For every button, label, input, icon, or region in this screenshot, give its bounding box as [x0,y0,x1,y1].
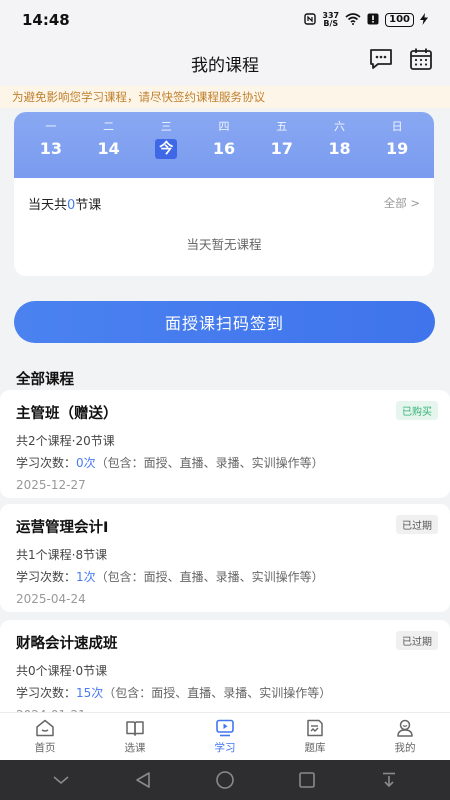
study-label: 学习次数： [16,570,77,584]
day-name: 五 [276,120,288,133]
message-icon[interactable] [368,46,394,72]
day-number: 13 [39,139,62,158]
contract-notice[interactable]: 为避免影响您学习课程，请尽快签约课程服务协议 [0,86,450,108]
nfc-icon [304,12,317,28]
day-number: 17 [270,139,293,158]
course-summary: 共1个课程·8节课 [16,548,108,562]
count-prefix: 当天共 [28,197,68,213]
battery-indicator: 100 [385,13,414,27]
page-title: 我的课程 [191,55,259,76]
day-name: 一 [45,120,57,133]
book-icon [126,721,144,736]
tab-label: 学习 [214,742,236,754]
profile-icon [397,719,413,737]
study-include: （包含：面授、直播、录播、实训操作等） [103,686,332,700]
empty-message: 当天暂无课程 [186,237,262,252]
study-count: 15次 [76,686,104,700]
study-count: 1次 [76,570,96,584]
charging-icon [420,12,428,28]
all-lessons-link[interactable]: 全部 > [384,195,420,211]
day-name: 日 [391,120,403,133]
play-screen-icon [216,719,234,737]
tab-label: 选课 [124,742,146,754]
count-suffix: 节课 [75,197,102,213]
day-count-row: 当天共0节课 全部 > [14,186,434,220]
tab-profile[interactable]: 我的 [360,713,450,760]
day-fri[interactable]: 五 17 [253,112,311,178]
status-badge: 已过期 [396,515,438,534]
calendar-card: 一 13 二 14 三今 四 16 五 17 六 18 日 19 当天共0节课 全部 > 当… [14,112,434,276]
recents-icon[interactable] [295,768,319,792]
course-summary: 共0个课程·0节课 [16,664,108,678]
study-count-line: 学习次数：1次（包含：面授、直播、录播、实训操作等） [16,568,434,585]
day-number: 19 [386,139,409,158]
day-tue[interactable]: 二 14 [80,112,138,178]
net-speed: 337 B/S [322,12,339,28]
course-date: 2025-12-27 [16,478,86,492]
day-name: 六 [333,120,345,133]
day-number: 18 [328,139,351,158]
course-name: 主管班（赠送） [16,406,118,422]
back-icon[interactable] [131,768,155,792]
header-actions [368,46,434,72]
system-nav-bar [0,760,450,800]
study-label: 学习次数： [16,686,77,700]
tab-question-bank[interactable]: 题库 [270,713,360,760]
alert-icon [367,13,379,28]
study-label: 学习次数： [16,456,77,470]
day-name: 二 [103,120,115,133]
day-sun[interactable]: 日 19 [368,112,426,178]
collapse-icon[interactable] [49,768,73,792]
download-icon[interactable] [377,768,401,792]
study-count-line: 学习次数：15次（包含：面授、直播、录播、实训操作等） [16,684,434,701]
status-time: 14:48 [22,11,70,29]
status-badge: 已过期 [396,631,438,650]
status-badge: 已购买 [396,401,438,420]
scan-checkin-button[interactable]: 面授课扫码签到 [14,301,435,343]
app-header: 我的课程 [0,40,450,86]
study-count-line: 学习次数：0次（包含：面授、直播、录播、实训操作等） [16,454,434,471]
tab-home[interactable]: 首页 [0,713,90,760]
bottom-tab-bar: 首页 选课 学习 题库 我的 [0,712,450,760]
tab-label: 题库 [304,742,326,754]
week-strip: 一 13 二 14 三今 四 16 五 17 六 18 日 19 [14,112,434,178]
status-icons: 337 B/S 100 [304,12,428,28]
course-summary: 共2个课程·20节课 [16,434,115,448]
study-include: （包含：面授、直播、录播、实训操作等） [95,456,324,470]
notice-text: 为避免影响您学习课程，请尽快签约课程服务协议 [12,90,265,104]
course-date: 2025-04-24 [16,592,86,606]
course-name: 财略会计速成班 [16,636,118,652]
day-lesson-count: 当天共0节课 [28,194,101,213]
net-speed-unit: B/S [323,19,339,28]
course-card[interactable]: 主管班（赠送） 已购买 共2个课程·20节课 学习次数：0次（包含：面授、直播、… [0,390,450,498]
calendar-icon[interactable] [408,46,434,72]
quiz-icon [307,719,323,737]
day-number: 今 [155,139,178,159]
tab-label: 我的 [394,742,416,754]
day-number: 14 [97,139,120,158]
course-name: 运营管理会计I [16,520,109,536]
day-sat[interactable]: 六 18 [311,112,369,178]
wifi-icon [345,12,361,28]
day-number: 16 [212,139,236,158]
tab-study[interactable]: 学习 [180,713,270,760]
home-icon [36,719,54,737]
home-circle-icon[interactable] [213,768,237,792]
day-today[interactable]: 三今 [137,112,195,178]
tab-label: 首页 [34,742,56,754]
day-name: 三 [160,120,172,133]
course-card[interactable]: 运营管理会计I 已过期 共1个课程·8节课 学习次数：1次（包含：面授、直播、录… [0,504,450,612]
day-thu[interactable]: 四 16 [195,112,253,178]
study-count: 0次 [76,456,96,470]
tab-courses[interactable]: 选课 [90,713,180,760]
day-name: 四 [218,120,230,133]
section-title: 全部课程 [16,372,74,388]
status-bar: 14:48 337 B/S 100 [0,0,450,40]
day-mon[interactable]: 一 13 [22,112,80,178]
study-include: （包含：面授、直播、录播、实训操作等） [95,570,324,584]
